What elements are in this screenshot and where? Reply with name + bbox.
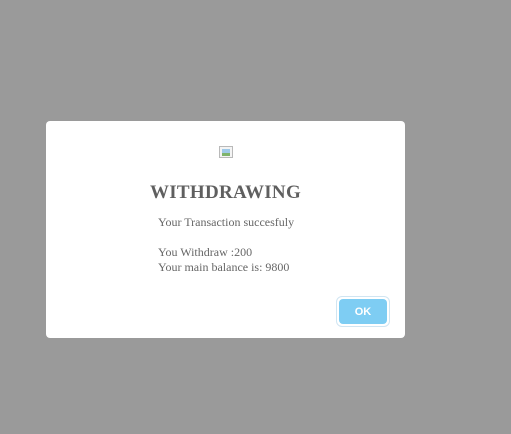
dialog-message: Your Transaction succesfuly You Withdraw… [158,215,294,275]
page: { "dialog": { "icon": "broken-image-icon… [0,0,511,434]
ok-button-focus-ring: OK [336,296,390,327]
withdraw-amount-text: You Withdraw :200 [158,245,253,259]
withdraw-dialog: WITHDRAWING Your Transaction succesfuly … [46,121,405,338]
main-balance-text: Your main balance is: 9800 [158,260,290,274]
dialog-title: WITHDRAWING [149,182,302,203]
image-grass-shape [222,153,230,156]
broken-image-icon [219,146,233,158]
ok-button[interactable]: OK [339,299,387,324]
transaction-status-text: Your Transaction succesfuly [158,215,295,229]
message-spacer [158,230,294,245]
